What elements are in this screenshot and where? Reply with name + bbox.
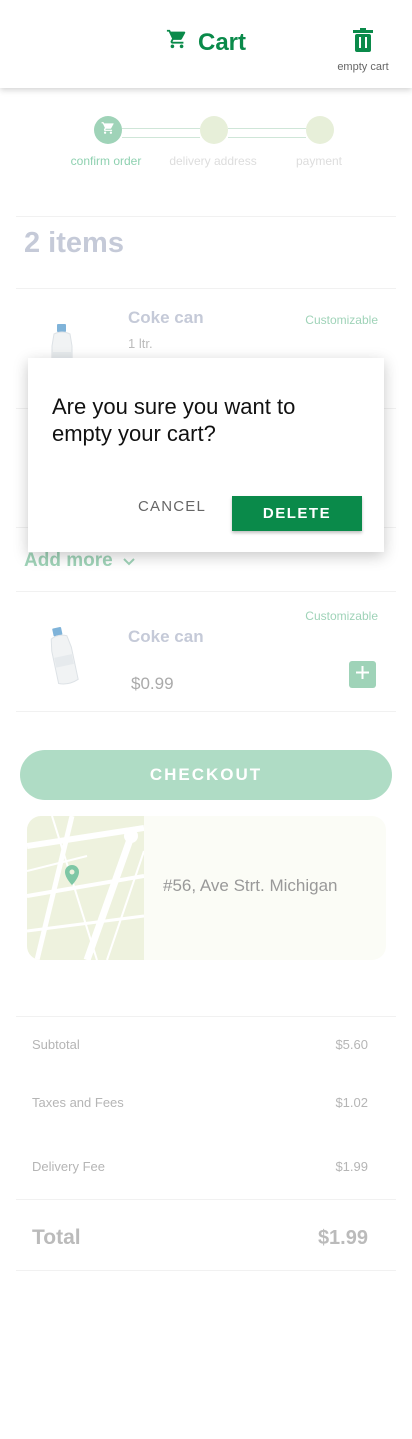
summary-row: Subtotal $5.60 <box>32 1037 368 1052</box>
delete-button[interactable]: DELETE <box>232 496 362 531</box>
step-payment[interactable] <box>306 116 334 144</box>
empty-cart-label: empty cart <box>337 61 389 73</box>
cancel-button[interactable]: CANCEL <box>130 498 214 515</box>
divider <box>16 1016 396 1017</box>
total-row: Total $1.99 <box>32 1218 368 1250</box>
bottle-image <box>46 625 79 685</box>
item-name: Coke can <box>128 308 204 327</box>
item-variant: 1 ltr. <box>128 336 153 351</box>
summary-row: Delivery Fee $1.99 <box>32 1159 368 1174</box>
summary-value: $1.02 <box>335 1095 368 1110</box>
checkout-button[interactable]: CHECKOUT <box>20 750 392 800</box>
summary-row: Taxes and Fees $1.02 <box>32 1095 368 1110</box>
checkout-stepper: confirm order delivery address payment <box>0 112 412 182</box>
chevron-down-icon <box>122 550 135 572</box>
trash-icon[interactable] <box>353 28 373 56</box>
customizable-link[interactable]: Customizable <box>305 609 378 623</box>
divider <box>16 711 396 712</box>
step-connector <box>122 128 200 138</box>
map-thumbnail <box>27 816 145 960</box>
divider <box>16 216 396 217</box>
step-label: payment <box>295 154 343 168</box>
summary-label: Subtotal <box>32 1037 80 1052</box>
item-price: $0.99 <box>131 674 174 693</box>
items-count: 2 items <box>24 227 124 259</box>
dialog-message: Are you sure you want to empty your cart… <box>52 394 296 446</box>
summary-value: $5.60 <box>335 1037 368 1052</box>
confirm-empty-cart-dialog: Are you sure you want to empty your cart… <box>28 358 384 552</box>
cart-icon <box>166 28 188 57</box>
empty-cart-button[interactable]: empty cart <box>330 28 396 73</box>
summary-label: Taxes and Fees <box>32 1095 124 1110</box>
item-name: Coke can <box>128 627 204 646</box>
divider <box>16 1199 396 1200</box>
cart-icon <box>101 121 115 140</box>
step-label: confirm order <box>70 154 142 168</box>
page-title: Cart <box>166 28 246 57</box>
suggested-item[interactable]: Coke can Customizable $0.99 <box>16 593 396 711</box>
add-more-label: Add more <box>24 550 113 571</box>
summary-label: Delivery Fee <box>32 1159 105 1174</box>
add-more-toggle[interactable]: Add more <box>24 550 135 572</box>
step-delivery-address[interactable] <box>200 116 228 144</box>
app-header: Cart empty cart <box>0 0 412 88</box>
address-card[interactable]: #56, Ave Strt. Michigan <box>27 816 386 960</box>
page-title-text: Cart <box>198 28 247 56</box>
total-label: Total <box>32 1226 81 1249</box>
plus-icon <box>356 665 369 684</box>
step-connector <box>228 128 306 138</box>
step-confirm-order[interactable] <box>94 116 122 144</box>
divider <box>16 591 396 592</box>
address-text: #56, Ave Strt. Michigan <box>163 876 338 895</box>
divider <box>16 1270 396 1271</box>
step-label: delivery address <box>169 154 257 168</box>
customizable-link[interactable]: Customizable <box>305 313 378 327</box>
total-value: $1.99 <box>317 1227 368 1249</box>
divider <box>16 288 396 289</box>
summary-value: $1.99 <box>335 1159 368 1174</box>
add-item-button[interactable] <box>349 661 376 688</box>
